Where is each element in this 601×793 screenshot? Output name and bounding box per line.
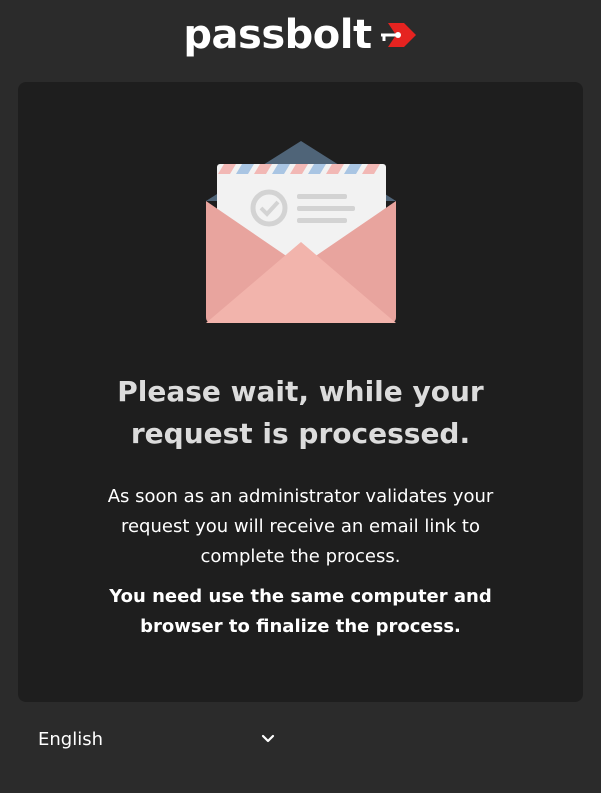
header: passbolt — [0, 0, 601, 70]
note-line-2: browser to finalize the process. — [140, 616, 461, 637]
description-line-3: complete the process. — [200, 546, 401, 567]
note-line-1: You need use the same computer and — [109, 586, 492, 607]
request-status-card: Please wait, while your request is proce… — [18, 82, 583, 702]
language-selected-value: English — [38, 728, 103, 750]
chevron-down-icon — [261, 734, 275, 743]
open-envelope-icon — [206, 141, 396, 323]
passbolt-logo: passbolt — [183, 9, 417, 61]
description-line-1: As soon as an administrator validates yo… — [107, 486, 494, 507]
language-select[interactable]: English — [38, 722, 283, 756]
passbolt-logo-icon — [380, 23, 416, 47]
description-text: As soon as an administrator validates yo… — [78, 482, 523, 572]
title-line-2: request is processed. — [130, 417, 471, 450]
logo-wordmark: passbolt — [183, 12, 372, 58]
same-browser-note: You need use the same computer and brows… — [78, 582, 523, 642]
title-line-1: Please wait, while your — [117, 375, 484, 408]
description-line-2: request you will receive an email link t… — [120, 516, 481, 537]
page-title: Please wait, while your request is proce… — [58, 371, 543, 455]
